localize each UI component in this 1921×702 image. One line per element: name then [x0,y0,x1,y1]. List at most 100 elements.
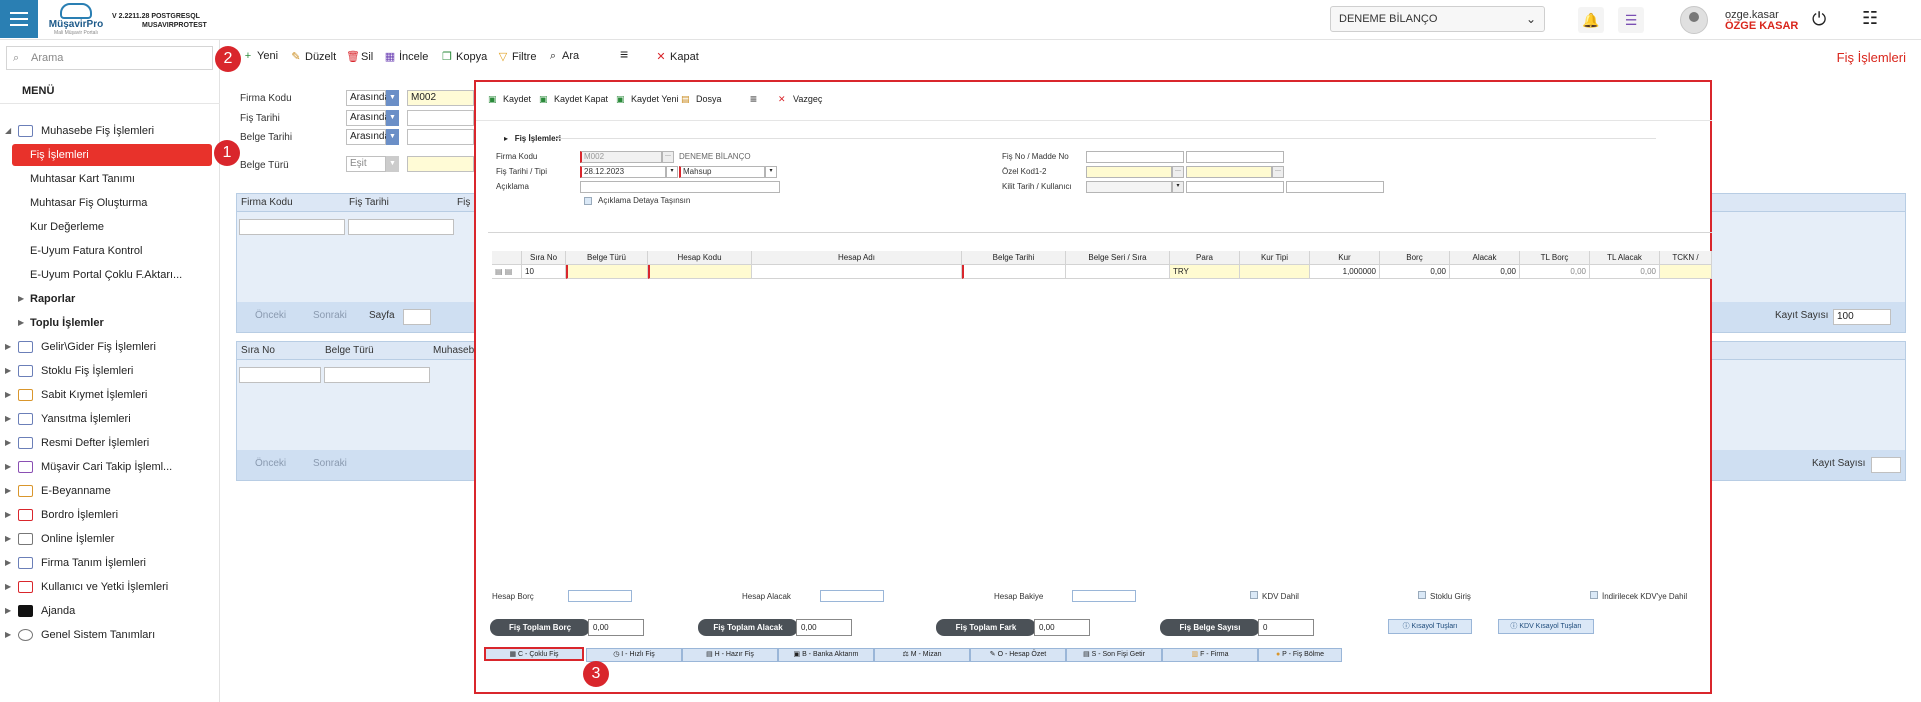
table-cell[interactable] [566,265,648,279]
prev-page-button[interactable]: Önceki [255,458,286,469]
kdv-shortcut-keys-button[interactable]: ⓘ KDV Kısayol Tuşları [1498,619,1594,634]
record-count-input[interactable] [1871,457,1901,473]
sidebar-item-e-uyum-fatura[interactable]: E-Uyum Fatura Kontrol [0,240,220,262]
sidebar-item-resmi-defter[interactable]: ▶ Resmi Defter İşlemleri [0,432,220,454]
kdv-dahil-checkbox[interactable] [1250,591,1258,599]
madde-no-input[interactable] [1186,151,1284,163]
filter-button[interactable]: ▽ Filtre [497,50,537,63]
table-cell[interactable]: TRY [1170,265,1240,279]
sidebar-item-sabit-kiymet[interactable]: ▶ Sabit Kıymet İşlemleri [0,384,220,406]
settings-sliders-icon[interactable]: ☷ [1862,8,1878,29]
sidebar-item-e-uyum-portal[interactable]: E-Uyum Portal Çoklu F.Aktarı... [0,264,220,286]
delete-button[interactable]: 🗑Sil [346,50,373,63]
table-cell[interactable] [962,265,1066,279]
record-count-select[interactable]: 100 [1833,309,1891,325]
firma-kodu-input[interactable]: M002 [407,90,474,106]
more-menu-icon[interactable]: ≡ [620,46,628,62]
kilit-tarih-input[interactable] [1086,181,1172,193]
sidebar-item-toplu-islemler[interactable]: ▶ Toplu İşlemler [0,312,220,334]
sidebar-item-muhtasar-kart[interactable]: Muhtasar Kart Tanımı [0,168,220,190]
firma-button[interactable]: ▥ F - Firma [1162,648,1258,662]
table-cell[interactable]: 0,00 [1380,265,1450,279]
lookup-button[interactable]: ··· [662,151,674,163]
hesap-ozet-button[interactable]: ✎ O - Hesap Özet [970,648,1066,662]
cancel-button[interactable]: ✕ Vazgeç [778,94,822,105]
new-button[interactable]: + Yeni [242,50,278,62]
fis-no-input[interactable] [1086,151,1184,163]
hesap-borc-input[interactable] [568,590,632,602]
belge-turu-input[interactable] [407,156,474,172]
coklu-fis-button[interactable]: ▦ C - Çoklu Fiş [484,647,584,661]
sidebar-item-yansitma[interactable]: ▶ Yansıtma İşlemleri [0,408,220,430]
belge-tarihi-input[interactable] [407,129,474,145]
sidebar-item-raporlar[interactable]: ▶ Raporlar [0,288,220,310]
hazir-fis-button[interactable]: ▤ H - Hazır Fiş [682,648,778,662]
file-button[interactable]: ▤ Dosya [681,94,722,105]
sidebar-item-firma-tanim[interactable]: ▶ Firma Tanım İşlemleri [0,552,220,574]
sidebar-item-muhtasar-fis[interactable]: Muhtasar Fiş Oluşturma [0,192,220,214]
hesap-alacak-input[interactable] [820,590,884,602]
next-page-button[interactable]: Sonraki [313,458,347,469]
inspect-button[interactable]: ▦ İncele [384,50,429,63]
aciklama-input[interactable] [580,181,780,193]
table-cell[interactable]: 0,00 [1450,265,1520,279]
lookup-button[interactable]: ··· [1272,166,1284,178]
date-dropdown-icon[interactable]: ▾ [666,166,678,178]
banka-aktarim-button[interactable]: ▣ B - Banka Aktarım [778,648,874,662]
chevron-down-icon[interactable]: ▾ [1172,181,1184,193]
sidebar-item-fis-islemleri[interactable]: Fiş İşlemleri [12,144,212,166]
sidebar-item-musavir-cari[interactable]: ▶ Müşavir Cari Takip İşleml... [0,456,220,478]
task-list-icon[interactable]: ☰ [1618,7,1644,33]
kilit-extra-input[interactable] [1286,181,1384,193]
table-cell[interactable]: 1,000000 [1310,265,1380,279]
edit-button[interactable]: ✎ Düzelt [290,50,336,63]
table-cell[interactable] [1066,265,1170,279]
shortcut-keys-button[interactable]: ⓘ Kısayol Tuşları [1388,619,1472,634]
table-cell[interactable]: 0,00 [1520,265,1590,279]
save-new-button[interactable]: ▣ Kaydet Yeni [616,94,679,105]
search-button[interactable]: ⌕ Ara [547,50,579,63]
edit-row-icon[interactable]: ▤ [505,267,513,276]
table-cell[interactable] [752,265,962,279]
grid-filter-select[interactable] [348,219,454,235]
company-select[interactable]: DENEME BİLANÇO ⌄ [1330,6,1545,32]
firma-kodu-operator[interactable]: Arasında ▼ [346,90,399,106]
chevron-down-icon[interactable]: ▾ [765,166,777,178]
sidebar-item-ajanda[interactable]: ▶ Ajanda [0,600,220,622]
fis-tarihi-operator[interactable]: Arasında ▼ [346,110,399,126]
sidebar-item-muhasebe-fis[interactable]: ◢ Muhasebe Fiş İşlemleri [0,120,220,142]
mizan-button[interactable]: ⚖ M - Mizan [874,648,970,662]
belge-turu-operator[interactable]: Eşit ▼ [346,156,399,172]
belge-tarihi-operator[interactable]: Arasında ▼ [346,129,399,145]
sidebar-item-kur-degerleme[interactable]: Kur Değerleme [0,216,220,238]
power-icon[interactable]: ⏻ [1812,9,1826,30]
bell-icon[interactable]: 🔔 [1578,7,1604,33]
sidebar-item-e-beyanname[interactable]: ▶ E-Beyanname [0,480,220,502]
table-cell[interactable]: 10 [522,265,566,279]
more-menu-icon[interactable]: ≡ [750,92,757,106]
kilit-kullanici-input[interactable] [1186,181,1284,193]
save-close-button[interactable]: ▣ Kaydet Kapat [539,94,608,105]
prev-page-button[interactable]: Önceki [255,310,286,321]
fis-tarihi-input[interactable] [407,110,474,126]
copy-button[interactable]: ❐ Kopya [441,50,487,63]
hesap-bakiye-input[interactable] [1072,590,1136,602]
table-cell[interactable]: 0,00 [1590,265,1660,279]
grid-filter-input[interactable] [239,367,321,383]
grid-filter-input[interactable] [324,367,430,383]
indirilecek-kdv-checkbox[interactable] [1590,591,1598,599]
section-header[interactable]: ▸ Fiş İşlemleri [504,134,561,143]
fis-bolme-button[interactable]: ● P - Fiş Bölme [1258,648,1342,662]
page-number-input[interactable] [403,309,431,325]
son-fisi-getir-button[interactable]: ▤ S - Son Fişi Getir [1066,648,1162,662]
sidebar-item-gelir-gider[interactable]: ▶ Gelir\Gider Fiş İşlemleri [0,336,220,358]
grid-filter-input[interactable] [239,219,345,235]
aciklama-detay-checkbox[interactable] [584,197,592,205]
sidebar-item-stoklu-fis[interactable]: ▶ Stoklu Fiş İşlemleri [0,360,220,382]
ozel-kod1-input[interactable] [1086,166,1172,178]
stoklu-giris-checkbox[interactable] [1418,591,1426,599]
table-cell[interactable] [1660,265,1712,279]
sidebar-item-bordro[interactable]: ▶ Bordro İşlemleri [0,504,220,526]
fis-tarihi-input[interactable]: 28.12.2023 [580,166,666,178]
fis-tipi-select[interactable]: Mahsup [679,166,765,178]
